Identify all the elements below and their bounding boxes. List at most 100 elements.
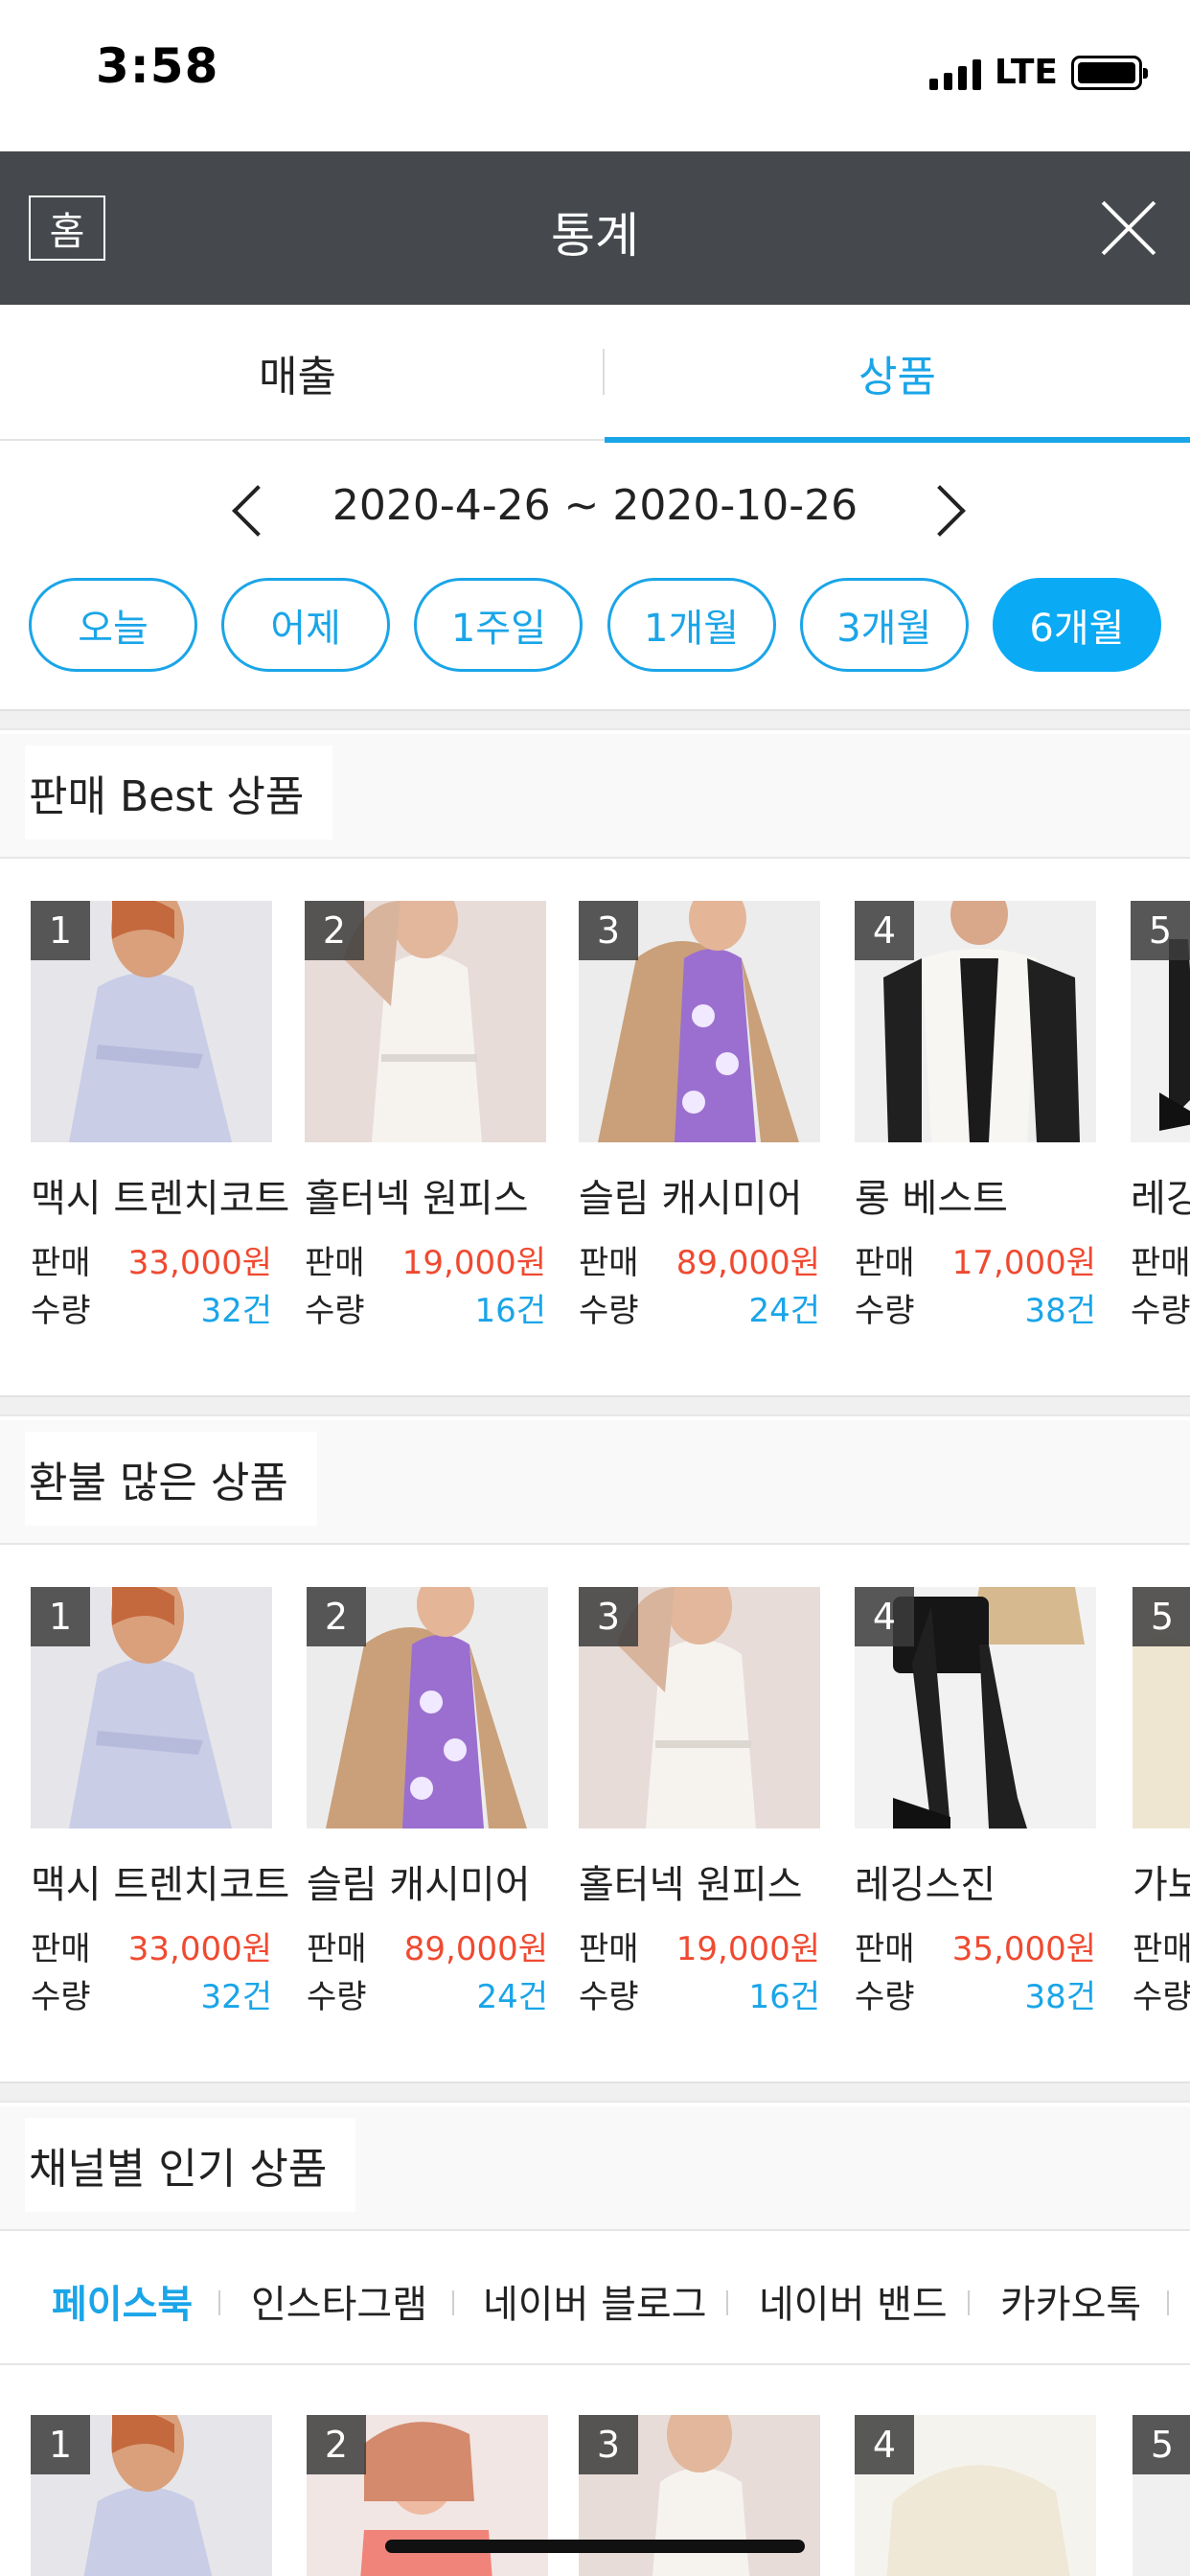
price-line: 판매 19,000원 — [579, 1922, 820, 1969]
rank-badge: 1 — [31, 1587, 90, 1646]
tab-sales[interactable]: 매출 — [0, 305, 595, 441]
section-divider — [0, 709, 1190, 730]
price-line: 판매 89,000원 — [579, 1236, 820, 1283]
home-indicator[interactable] — [385, 2540, 805, 2553]
app-header: 홈 통계 — [0, 151, 1190, 305]
qty-line: 수량 24건 — [307, 1970, 548, 2017]
product-qty: 32건 — [200, 1292, 272, 1330]
channel-tab-naver-band[interactable]: 네이버 밴드 — [759, 2273, 948, 2329]
sale-label: 판매 — [305, 1244, 365, 1282]
price-line: 판매 — [1131, 1236, 1190, 1283]
battery-icon — [1071, 55, 1148, 90]
rank-badge: 5 — [1131, 901, 1190, 960]
channel-tab-facebook[interactable]: 페이스북 — [52, 2273, 193, 2329]
product-name: 가보 — [1133, 1863, 1190, 1907]
product-name: 롱 베스트 — [855, 1177, 1008, 1221]
product-qty: 24건 — [476, 1978, 548, 2016]
sale-label: 판매 — [855, 1930, 915, 1968]
product-price: 89,000원 — [403, 1930, 548, 1968]
qty-label: 수량 — [579, 1292, 639, 1330]
period-filter: 오늘 어제 1주일 1개월 3개월 6개월 — [29, 578, 1161, 672]
period-1week-button[interactable]: 1주일 — [414, 578, 584, 672]
sale-label: 판매 — [579, 1244, 639, 1282]
qty-label: 수량 — [307, 1978, 367, 2016]
qty-line: 수량 38건 — [855, 1284, 1096, 1331]
sale-label: 판매 — [307, 1930, 367, 1968]
qty-label: 수량 — [31, 1978, 91, 2016]
channel-tab-kakaotalk[interactable]: 카카오톡 — [1000, 2273, 1141, 2329]
best-product-list: 1 맥시 트렌치코트 판매 33,000원 수량 32건 2 홀터넥 원피스 판매 1… — [0, 861, 1190, 1359]
rank-badge: 3 — [579, 901, 638, 960]
product-qty: 32건 — [200, 1978, 272, 2016]
price-line: 판매 33,000원 — [31, 1922, 272, 1969]
qty-line: 수량 16건 — [305, 1284, 546, 1331]
qty-line: 수량 16건 — [579, 1970, 820, 2017]
qty-line: 수량 32건 — [31, 1284, 272, 1331]
qty-line: 수량 — [1133, 1970, 1190, 2017]
sale-label: 판매 — [31, 1244, 91, 1282]
section-title: 환불 많은 상품 — [25, 1432, 317, 1526]
price-line: 판매 — [1133, 1922, 1190, 1969]
rank-badge: 1 — [31, 901, 90, 960]
product-name: 맥시 트렌치코트 — [31, 1177, 290, 1221]
network-label: LTE — [994, 53, 1058, 92]
status-icons: LTE — [928, 53, 1148, 92]
product-name: 홀터넥 원피스 — [305, 1177, 529, 1221]
product-price: 89,000원 — [675, 1244, 820, 1282]
period-6month-button[interactable]: 6개월 — [992, 578, 1161, 672]
price-line: 판매 19,000원 — [305, 1236, 546, 1283]
qty-label: 수량 — [1131, 1292, 1190, 1330]
section-divider — [0, 2082, 1190, 2103]
rank-badge: 2 — [307, 1587, 366, 1646]
best-section-header: 판매 Best 상품 — [0, 734, 1190, 859]
qty-label: 수량 — [31, 1292, 91, 1330]
section-title: 채널별 인기 상품 — [25, 2118, 356, 2212]
product-price: 19,000원 — [675, 1930, 820, 1968]
signal-icon — [928, 56, 981, 90]
rank-badge: 2 — [305, 901, 364, 960]
qty-line: 수량 24건 — [579, 1284, 820, 1331]
date-range-text: 2020-4-26 ~ 2020-10-26 — [332, 481, 858, 530]
channel-separator — [726, 2290, 728, 2315]
product-name: 맥시 트렌치코트 — [31, 1863, 290, 1907]
rank-badge: 2 — [307, 2415, 366, 2474]
product-name: 슬림 캐시미어 — [579, 1177, 803, 1221]
tab-product[interactable]: 상품 — [605, 305, 1190, 443]
rank-badge: 4 — [855, 2415, 914, 2474]
status-bar: 3:58 LTE — [0, 0, 1190, 151]
period-today-button[interactable]: 오늘 — [29, 578, 197, 672]
product-qty: 16건 — [748, 1978, 820, 2016]
channel-tab-instagram[interactable]: 인스타그램 — [251, 2273, 427, 2329]
sale-label: 판매 — [579, 1930, 639, 1968]
sale-label: 판매 — [31, 1930, 91, 1968]
qty-label: 수량 — [855, 1978, 915, 2016]
product-price: 17,000원 — [951, 1244, 1096, 1282]
qty-label: 수량 — [1133, 1978, 1190, 2016]
channel-tab-bar: 페이스북 인스타그램 네이버 블로그 네이버 밴드 카카오톡 — [0, 2231, 1190, 2365]
period-1month-button[interactable]: 1개월 — [606, 578, 776, 672]
rank-badge: 4 — [855, 1587, 914, 1646]
rank-badge: 3 — [579, 1587, 638, 1646]
qty-line: 수량 32건 — [31, 1970, 272, 2017]
channel-tab-naver-blog[interactable]: 네이버 블로그 — [483, 2273, 707, 2329]
page-title: 통계 — [551, 208, 639, 264]
channel-separator — [1167, 2290, 1169, 2315]
sale-label: 판매 — [1133, 1930, 1190, 1968]
product-name: 홀터넥 원피스 — [579, 1863, 803, 1907]
period-3month-button[interactable]: 3개월 — [799, 578, 969, 672]
period-yesterday-button[interactable]: 어제 — [221, 578, 391, 672]
rank-badge: 5 — [1133, 1587, 1190, 1646]
price-line: 판매 33,000원 — [31, 1236, 272, 1283]
qty-label: 수량 — [855, 1292, 915, 1330]
product-name: 레깅 — [1131, 1177, 1190, 1221]
chevron-right-icon[interactable] — [920, 481, 968, 539]
rank-badge: 1 — [31, 2415, 90, 2474]
qty-line: 수량 — [1131, 1284, 1190, 1331]
product-price: 33,000원 — [127, 1930, 272, 1968]
product-price: 19,000원 — [401, 1244, 546, 1282]
product-qty: 24건 — [748, 1292, 820, 1330]
product-price: 33,000원 — [127, 1244, 272, 1282]
rank-badge: 5 — [1133, 2415, 1190, 2474]
close-icon[interactable] — [1100, 199, 1157, 257]
rank-badge: 3 — [579, 2415, 638, 2474]
